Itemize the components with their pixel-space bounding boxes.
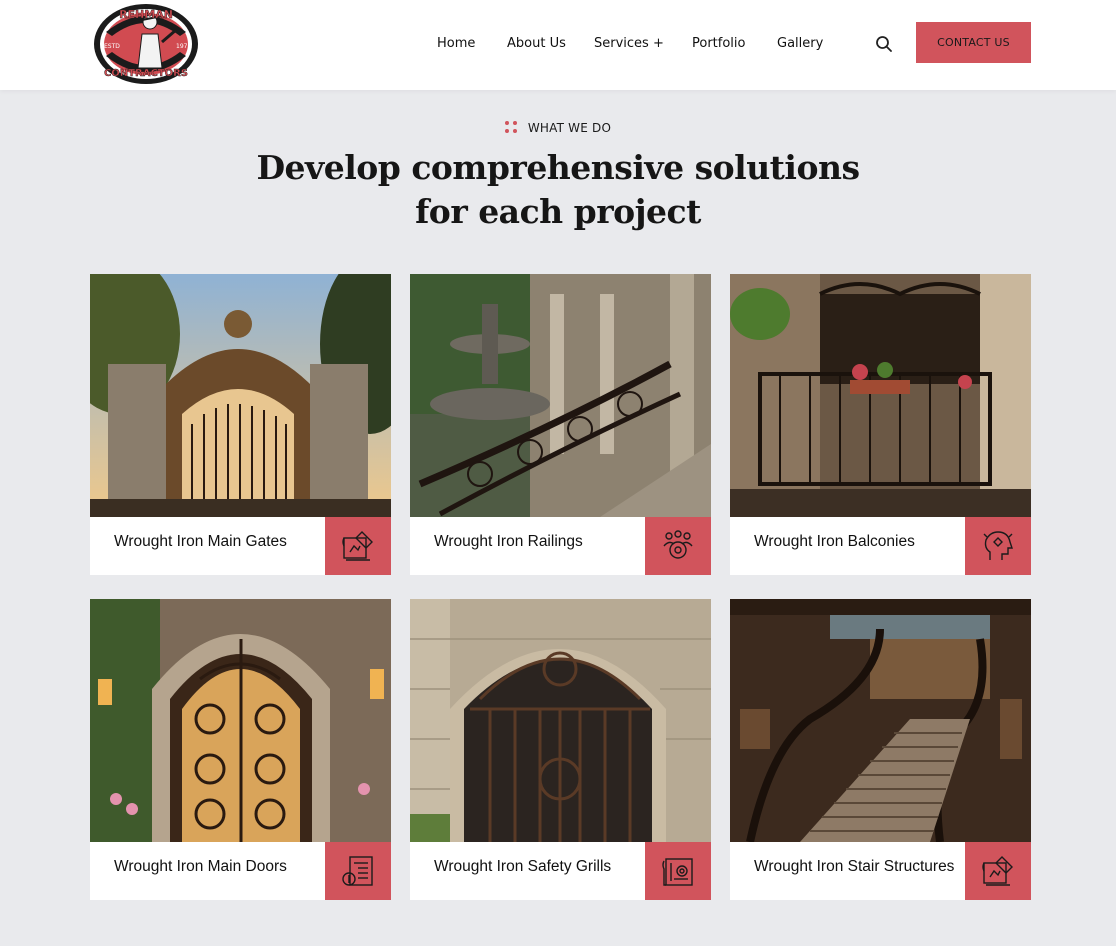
card-footer: Wrought Iron Main Gates (90, 517, 391, 575)
nav-portfolio[interactable]: Portfolio (692, 36, 745, 51)
logo-left-text: ESTD (104, 43, 120, 50)
service-card-main-doors[interactable]: Wrought Iron Main Doors (90, 599, 391, 900)
service-card-stair-structures[interactable]: Wrought Iron Stair Structures (730, 599, 1031, 900)
card-footer: Wrought Iron Main Doors (90, 842, 391, 900)
contact-us-button[interactable]: CONTACT US (916, 22, 1031, 63)
card-footer: Wrought Iron Railings (410, 517, 711, 575)
service-card-main-gates[interactable]: Wrought Iron Main Gates (90, 274, 391, 575)
section-title: Develop comprehensive solutions for each… (0, 146, 1116, 234)
card-title[interactable]: Wrought Iron Safety Grills (434, 842, 611, 900)
dots-icon (504, 121, 519, 135)
card-title[interactable]: Wrought Iron Main Doors (114, 842, 287, 900)
nav-services[interactable]: Services + (594, 36, 664, 51)
section-title-line-1: Develop comprehensive solutions (256, 148, 860, 187)
head-idea-icon[interactable] (965, 517, 1031, 575)
safety-grills-image (410, 599, 711, 842)
section-title-line-2: for each project (415, 192, 701, 231)
stair-structures-image (730, 599, 1031, 842)
main-gates-image (90, 274, 391, 517)
nav-gallery[interactable]: Gallery (777, 36, 823, 51)
logo-bottom-text: CONTRACTORS (104, 68, 188, 79)
card-title[interactable]: Wrought Iron Balconies (754, 517, 915, 575)
logo-right-text: 1977 (176, 43, 191, 50)
site-header: REHMAN CONTRACTORS ESTD 1977 Home About … (0, 0, 1116, 90)
search-icon[interactable] (875, 35, 893, 53)
balconies-image (730, 274, 1031, 517)
nav-about-us[interactable]: About Us (507, 36, 566, 51)
team-gear-icon[interactable] (645, 517, 711, 575)
card-footer: Wrought Iron Balconies (730, 517, 1031, 575)
section-eyebrow: WHAT WE DO (0, 121, 1116, 135)
card-title[interactable]: Wrought Iron Stair Structures (754, 842, 954, 900)
invoice-icon[interactable] (325, 842, 391, 900)
nav-home[interactable]: Home (437, 36, 475, 51)
card-title[interactable]: Wrought Iron Main Gates (114, 517, 287, 575)
site-logo[interactable]: REHMAN CONTRACTORS ESTD 1977 (92, 2, 200, 86)
service-card-balconies[interactable]: Wrought Iron Balconies (730, 274, 1031, 575)
service-card-railings[interactable]: Wrought Iron Railings (410, 274, 711, 575)
main-doors-image (90, 599, 391, 842)
plan-gear-icon[interactable] (645, 842, 711, 900)
card-footer: Wrought Iron Stair Structures (730, 842, 1031, 900)
service-card-safety-grills[interactable]: Wrought Iron Safety Grills (410, 599, 711, 900)
railings-image (410, 274, 711, 517)
blueprint-icon[interactable] (325, 517, 391, 575)
card-footer: Wrought Iron Safety Grills (410, 842, 711, 900)
eyebrow-label: WHAT WE DO (527, 121, 612, 135)
card-title[interactable]: Wrought Iron Railings (434, 517, 583, 575)
logo-top-text: REHMAN (119, 8, 173, 21)
blueprint-icon[interactable] (965, 842, 1031, 900)
